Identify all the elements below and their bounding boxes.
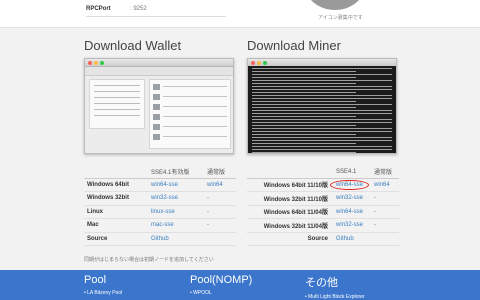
rpc-port-value: : 9252	[130, 6, 147, 12]
wallet-screenshot	[84, 58, 234, 154]
download-link-highlighted[interactable]: win64-sse	[330, 179, 370, 190]
table-row: Windows 32bit 11/10版 win32-sse -	[247, 191, 399, 206]
unavailable-marker: -	[371, 218, 399, 233]
platform-label: Source	[247, 232, 333, 246]
footer: Pool • LA Bitzeny Pool Pool(NOMP) • WPOO…	[0, 270, 480, 300]
table-row: Windows 64bit 11/10版 win64-sse win64	[247, 177, 399, 192]
table-row: Source Github	[247, 232, 399, 246]
table-row: Mac mac-sse -	[84, 218, 236, 233]
column-header-sse: SSE4.1	[333, 166, 371, 179]
download-wallet-heading: Download Wallet	[84, 38, 182, 53]
column-header	[84, 166, 148, 179]
column-header-normal: 通常版	[204, 166, 236, 179]
miner-download-table: SSE4.1 通常版 Windows 64bit 11/10版 win64-ss…	[247, 166, 399, 246]
unavailable-marker: -	[204, 218, 236, 233]
terminal-titlebar	[248, 59, 396, 66]
column-header-normal: 通常版	[371, 166, 399, 179]
column-header	[247, 166, 333, 179]
platform-label: Windows 64bit 11/04版	[247, 205, 333, 219]
footer-column-other: その他 • Multi Light Block Explorer	[305, 274, 365, 300]
sync-note: 同期がはじまらない場合は初期ノードを追加してください	[84, 257, 214, 263]
footer-link[interactable]: • LA Bitzeny Pool	[84, 290, 122, 296]
github-link[interactable]: Github	[336, 236, 354, 242]
platform-label: Windows 64bit 11/10版	[247, 177, 333, 192]
footer-link[interactable]: • Multi Light Block Explorer	[305, 294, 365, 300]
platform-label: Windows 32bit 11/10版	[247, 191, 333, 206]
download-link[interactable]: linux-sse	[151, 209, 175, 215]
platform-label: Windows 64bit	[84, 177, 148, 192]
unavailable-marker: -	[204, 191, 236, 206]
platform-label: Mac	[84, 218, 148, 233]
table-row: Windows 64bit 11/04版 win64-sse -	[247, 205, 399, 219]
footer-column-pool: Pool • LA Bitzeny Pool	[84, 274, 122, 296]
download-link[interactable]: win32-sse	[336, 195, 363, 201]
footer-heading: その他	[305, 277, 338, 289]
column-header-sse: SSE4.1有効版	[148, 166, 204, 179]
table-row: Windows 32bit win32-sse -	[84, 191, 236, 206]
table-row: Source Github	[84, 232, 236, 246]
window-toolbar	[85, 67, 233, 76]
top-section: RPCPort : 9252 アイコン募集中です	[0, 0, 480, 28]
coin-logo	[305, 0, 365, 10]
rpc-port-label: RPCPort	[86, 6, 111, 12]
footer-link[interactable]: • WPOOL	[190, 290, 252, 296]
unavailable-marker: -	[371, 205, 399, 219]
download-link[interactable]: mac-sse	[151, 222, 174, 228]
download-link[interactable]: win64-sse	[151, 182, 178, 188]
download-link[interactable]: win64-sse	[336, 209, 363, 215]
unavailable-marker: -	[204, 205, 236, 219]
github-link[interactable]: Github	[151, 236, 169, 242]
footer-heading: Pool(NOMP)	[190, 274, 253, 286]
wallet-download-table: SSE4.1有効版 通常版 Windows 64bit win64-sse wi…	[84, 166, 236, 246]
wallet-transactions-pane	[149, 79, 231, 149]
logo-caption: アイコン募集中です	[318, 15, 363, 21]
footer-heading: Pool	[84, 274, 107, 286]
download-link[interactable]: win64	[207, 182, 223, 188]
download-link[interactable]: win32-sse	[336, 222, 363, 228]
table-row: Windows 64bit win64-sse win64	[84, 177, 236, 192]
unavailable-marker: -	[371, 191, 399, 206]
platform-label: Source	[84, 232, 148, 246]
window-titlebar	[85, 59, 233, 67]
platform-label: Windows 32bit 11/04版	[247, 218, 333, 233]
table-row: Linux linux-sse -	[84, 205, 236, 219]
table-row: Windows 32bit 11/04版 win32-sse -	[247, 218, 399, 233]
download-miner-heading: Download Miner	[247, 38, 341, 53]
download-link[interactable]: win64	[374, 182, 390, 188]
download-link[interactable]: win32-sse	[151, 195, 178, 201]
platform-label: Windows 32bit	[84, 191, 148, 206]
miner-screenshot	[247, 58, 397, 154]
divider	[86, 16, 226, 17]
platform-label: Linux	[84, 205, 148, 219]
wallet-balance-pane	[89, 79, 145, 129]
footer-column-nomp: Pool(NOMP) • WPOOL	[190, 274, 252, 296]
